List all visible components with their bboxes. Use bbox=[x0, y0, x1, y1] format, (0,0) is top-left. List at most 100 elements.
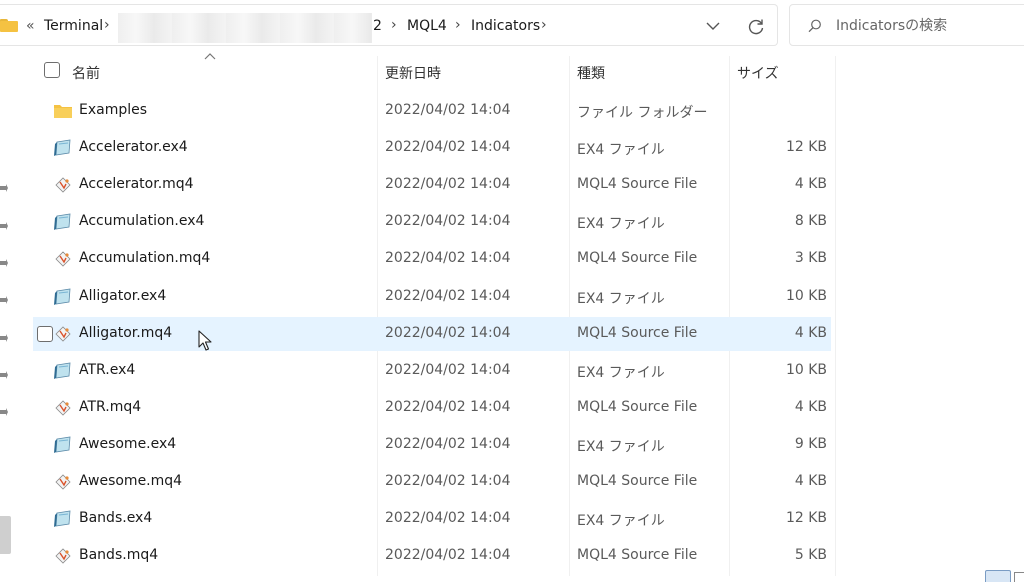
pin-icon[interactable] bbox=[0, 371, 8, 379]
address-bar[interactable]: « Terminal › 2 › MQL4 › Indicators › bbox=[0, 4, 778, 46]
sort-ascending-icon bbox=[204, 53, 216, 60]
file-size: 10 KB bbox=[785, 287, 827, 304]
chevron-down-icon[interactable] bbox=[704, 17, 722, 35]
table-row[interactable]: Bands.ex4 2022/04/02 14:04 EX4 ファイル 12 KB bbox=[33, 502, 831, 536]
file-type: EX4 ファイル bbox=[577, 142, 665, 159]
file-size: 4 KB bbox=[794, 473, 827, 489]
file-size: 12 KB bbox=[785, 510, 827, 527]
file-date: 2022/04/02 14:04 bbox=[385, 287, 511, 304]
folder-icon bbox=[0, 19, 18, 32]
file-name: Accelerator.ex4 bbox=[79, 139, 188, 156]
file-type: MQL4 Source File bbox=[577, 324, 698, 341]
file-date: 2022/04/02 14:04 bbox=[385, 213, 511, 230]
file-name: Accelerator.mq4 bbox=[79, 176, 194, 193]
file-type: EX4 ファイル bbox=[577, 364, 665, 381]
file-date: 2022/04/02 14:04 bbox=[385, 435, 511, 452]
file-size: 4 KB bbox=[794, 176, 827, 193]
file-date: 2022/04/02 14:04 bbox=[385, 510, 511, 527]
file-date: 2022/04/02 14:04 bbox=[385, 176, 511, 193]
breadcrumb-terminal[interactable]: Terminal bbox=[44, 18, 103, 34]
file-type: EX4 ファイル bbox=[577, 290, 665, 307]
file-size: 4 KB bbox=[794, 324, 827, 341]
select-all-checkbox[interactable] bbox=[44, 62, 60, 78]
table-row[interactable]: Awesome.ex4 2022/04/02 14:04 EX4 ファイル 9 KB bbox=[33, 428, 831, 462]
search-box[interactable] bbox=[789, 4, 1024, 46]
row-checkbox[interactable] bbox=[37, 325, 53, 342]
file-type: EX4 ファイル bbox=[577, 216, 665, 233]
file-name: Awesome.ex4 bbox=[79, 435, 177, 452]
mouse-cursor-icon bbox=[198, 330, 212, 351]
refresh-icon[interactable] bbox=[746, 17, 766, 37]
file-date: 2022/04/02 14:04 bbox=[385, 102, 511, 118]
file-size: 9 KB bbox=[794, 435, 827, 452]
breadcrumb-mql4[interactable]: MQL4 bbox=[407, 18, 447, 34]
table-row[interactable]: Accelerator.mq4 2022/04/02 14:04 MQL4 Sour… bbox=[33, 168, 831, 202]
nav-scrollbar-thumb[interactable] bbox=[0, 516, 11, 554]
file-size: 5 KB bbox=[794, 547, 827, 564]
column-header-type[interactable]: 種類 bbox=[577, 63, 605, 95]
large-icons-view-button[interactable] bbox=[1014, 572, 1024, 582]
file-date: 2022/04/02 14:04 bbox=[385, 398, 511, 415]
file-size: 4 KB bbox=[794, 398, 827, 415]
file-name: Examples bbox=[79, 102, 148, 118]
file-type: MQL4 Source File bbox=[577, 398, 698, 415]
table-row[interactable]: Bands.mq4 2022/04/02 14:04 MQL4 Source Fil… bbox=[33, 539, 831, 573]
column-divider[interactable] bbox=[835, 56, 836, 576]
table-row[interactable]: Alligator.ex4 2022/04/02 14:04 EX4 ファイル 10 … bbox=[33, 280, 831, 314]
column-header-name[interactable]: 名前 bbox=[72, 63, 100, 95]
file-name: ATR.ex4 bbox=[79, 361, 136, 378]
file-type: EX4 ファイル bbox=[577, 438, 665, 455]
table-row[interactable]: Accumulation.mq4 2022/04/02 14:04 MQL4 Sou… bbox=[33, 242, 831, 276]
breadcrumb-separator[interactable]: › bbox=[104, 17, 110, 33]
pin-icon[interactable] bbox=[0, 296, 8, 304]
breadcrumb-separator[interactable]: › bbox=[391, 17, 397, 33]
file-size: 12 KB bbox=[785, 139, 827, 156]
file-size: 8 KB bbox=[794, 213, 827, 230]
search-icon bbox=[808, 19, 821, 33]
file-date: 2022/04/02 14:04 bbox=[385, 139, 511, 156]
column-header-size[interactable]: サイズ bbox=[737, 63, 779, 95]
breadcrumb-separator[interactable]: › bbox=[541, 17, 547, 33]
file-name: Accumulation.ex4 bbox=[79, 213, 205, 230]
pin-icon[interactable] bbox=[0, 222, 8, 230]
file-type: ファイル フォルダー bbox=[577, 105, 708, 121]
file-name: Awesome.mq4 bbox=[79, 473, 183, 489]
file-date: 2022/04/02 14:04 bbox=[385, 473, 511, 489]
file-name: Accumulation.mq4 bbox=[79, 250, 211, 267]
table-row[interactable]: ATR.mq4 2022/04/02 14:04 MQL4 Source File 4… bbox=[33, 391, 831, 425]
file-date: 2022/04/02 14:04 bbox=[385, 324, 511, 341]
pin-icon[interactable] bbox=[0, 259, 8, 267]
table-row[interactable]: Alligator.mq4 2022/04/02 14:04 MQL4 Source… bbox=[33, 316, 831, 351]
file-type: MQL4 Source File bbox=[577, 176, 698, 193]
file-type: EX4 ファイル bbox=[577, 513, 665, 530]
file-name: Bands.ex4 bbox=[79, 510, 153, 527]
table-row[interactable]: ATR.ex4 2022/04/02 14:04 EX4 ファイル 10 KB bbox=[33, 354, 831, 388]
table-row[interactable]: Accelerator.ex4 2022/04/02 14:04 EX4 ファイル 1… bbox=[33, 131, 831, 165]
search-input[interactable] bbox=[836, 16, 1016, 36]
column-header-date[interactable]: 更新日時 bbox=[385, 63, 441, 95]
pin-icon[interactable] bbox=[0, 184, 8, 192]
breadcrumb-indicators[interactable]: Indicators bbox=[471, 18, 540, 34]
navigation-pane[interactable] bbox=[0, 46, 14, 582]
table-row[interactable]: Awesome.mq4 2022/04/02 14:04 MQL4 Source F… bbox=[33, 465, 831, 499]
pin-icon[interactable] bbox=[0, 408, 8, 416]
file-type: MQL4 Source File bbox=[577, 473, 698, 489]
file-date: 2022/04/02 14:04 bbox=[385, 250, 511, 267]
blurred-path-region bbox=[118, 13, 372, 43]
breadcrumb-overflow-button[interactable]: « bbox=[26, 18, 35, 34]
table-row[interactable]: Examples 2022/04/02 14:04 ファイル フォルダー bbox=[33, 94, 831, 128]
details-view-button[interactable] bbox=[985, 570, 1011, 582]
file-date: 2022/04/02 14:04 bbox=[385, 361, 511, 378]
file-size: 10 KB bbox=[785, 361, 827, 378]
pin-icon[interactable] bbox=[0, 334, 8, 342]
file-name: Alligator.mq4 bbox=[79, 324, 173, 341]
file-name: Bands.mq4 bbox=[79, 547, 159, 564]
file-type: MQL4 Source File bbox=[577, 547, 698, 564]
file-name: Alligator.ex4 bbox=[79, 287, 167, 304]
breadcrumb-separator[interactable]: › bbox=[455, 17, 461, 33]
file-date: 2022/04/02 14:04 bbox=[385, 547, 511, 564]
file-size: 3 KB bbox=[794, 250, 827, 267]
file-name: ATR.mq4 bbox=[79, 398, 142, 415]
table-row[interactable]: Accumulation.ex4 2022/04/02 14:04 EX4 ファイル… bbox=[33, 205, 831, 239]
breadcrumb-partial[interactable]: 2 bbox=[373, 18, 382, 34]
